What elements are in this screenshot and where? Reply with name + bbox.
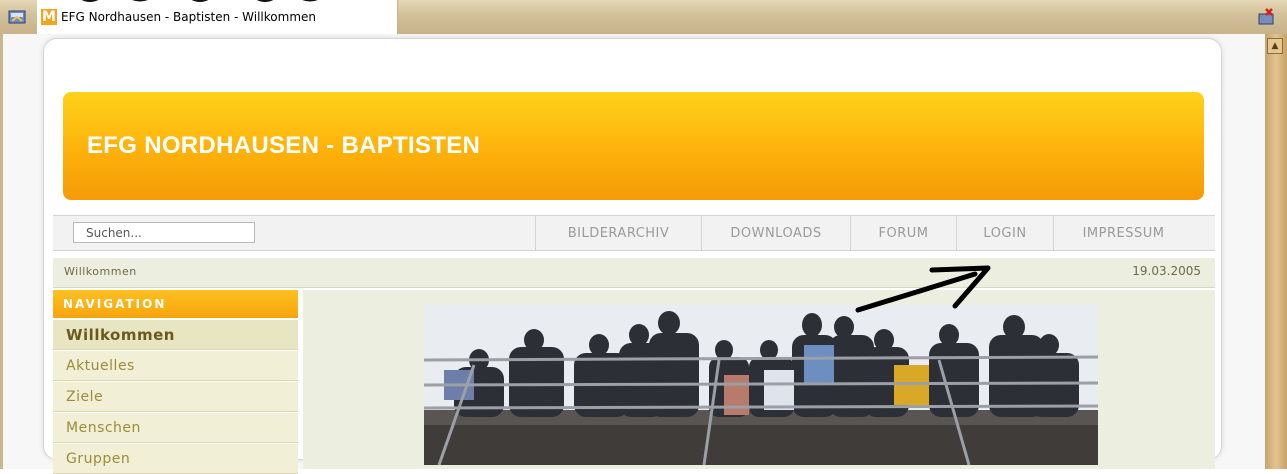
scroll-up-arrow-icon[interactable]: ▲: [1267, 38, 1283, 54]
menu-item-login[interactable]: LOGIN: [956, 216, 1053, 250]
browser-tab[interactable]: M EFG Nordhausen - Baptisten - Willkomme…: [37, 0, 398, 34]
sidebar-item-willkommen[interactable]: Willkommen: [53, 320, 298, 350]
sidebar-item-gruppen[interactable]: Gruppen: [53, 444, 298, 474]
navigation-heading: NAVIGATION: [53, 290, 298, 318]
cropped-title-text: [40, 0, 360, 4]
annotation-arrow-icon: [855, 265, 991, 313]
search-input[interactable]: [73, 222, 255, 243]
site-favicon-icon: M: [41, 9, 57, 25]
sidebar-item-menschen[interactable]: Menschen: [53, 413, 298, 443]
sidebar-item-ziele[interactable]: Ziele: [53, 382, 298, 412]
vertical-scrollbar[interactable]: [1265, 34, 1287, 469]
breadcrumb[interactable]: Willkommen: [64, 265, 137, 278]
window-menu-icon[interactable]: [8, 8, 26, 26]
sidebar-navigation: NAVIGATION Willkommen Aktuelles Ziele Me…: [53, 290, 298, 474]
close-tab-icon[interactable]: [1257, 8, 1275, 26]
site-banner: EFG NORDHAUSEN - BAPTISTEN: [63, 92, 1204, 200]
menu-item-forum[interactable]: FORUM: [850, 216, 956, 250]
current-date: 19.03.2005: [1132, 264, 1201, 278]
group-photo: [424, 305, 1098, 465]
site-title: EFG NORDHAUSEN - BAPTISTEN: [87, 132, 481, 159]
tab-title: EFG Nordhausen - Baptisten - Willkommen: [61, 10, 316, 24]
menu-item-bilderarchiv[interactable]: BILDERARCHIV: [535, 216, 701, 250]
menu-item-downloads[interactable]: DOWNLOADS: [701, 216, 850, 250]
menu-item-impressum[interactable]: IMPRESSUM: [1053, 216, 1193, 250]
breadcrumb-bar: Willkommen 19.03.2005: [53, 258, 1215, 288]
sidebar-item-aktuelles[interactable]: Aktuelles: [53, 351, 298, 381]
top-menu-bar: BILDERARCHIV DOWNLOADS FORUM LOGIN IMPRE…: [53, 215, 1215, 251]
